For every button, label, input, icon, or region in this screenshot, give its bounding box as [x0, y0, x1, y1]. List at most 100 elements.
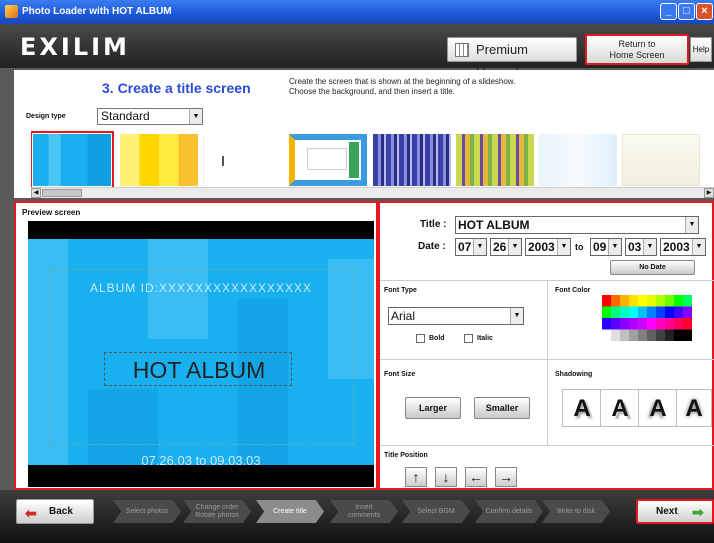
- to-day-select[interactable]: 03 ▼: [625, 238, 657, 256]
- color-swatch[interactable]: [611, 295, 620, 307]
- preview-title-box[interactable]: HOT ALBUM: [104, 352, 292, 386]
- to-year-select[interactable]: 2003 ▼: [660, 238, 706, 256]
- color-swatch[interactable]: [629, 329, 638, 342]
- shadow-option-2[interactable]: A: [600, 389, 640, 427]
- move-left-button[interactable]: ←: [465, 467, 487, 487]
- return-home-button[interactable]: Return to Home Screen: [585, 34, 689, 65]
- background-thumbnail[interactable]: [203, 134, 281, 186]
- color-swatch[interactable]: [611, 318, 620, 330]
- color-swatch[interactable]: [683, 318, 692, 330]
- move-right-button[interactable]: →: [495, 467, 517, 487]
- thumbnail-scrollbar[interactable]: ◀ ▶: [31, 187, 714, 198]
- color-swatch[interactable]: [674, 295, 683, 307]
- scroll-right-icon[interactable]: ▶: [704, 188, 714, 198]
- wizard-step-label: Write to disk: [556, 507, 596, 515]
- color-swatch[interactable]: [647, 306, 656, 319]
- no-date-button[interactable]: No Date: [610, 260, 695, 275]
- color-swatch[interactable]: [629, 295, 638, 307]
- color-swatch[interactable]: [602, 318, 611, 330]
- color-swatch[interactable]: [629, 318, 638, 330]
- color-swatch[interactable]: [665, 318, 674, 330]
- move-up-button[interactable]: ↑: [405, 467, 427, 487]
- font-type-select[interactable]: Arial ▼: [388, 307, 524, 325]
- background-thumbnail[interactable]: [289, 134, 367, 186]
- from-month-value: 07: [458, 240, 472, 254]
- chevron-down-icon: ▼: [473, 239, 486, 255]
- to-month-select[interactable]: 09 ▼: [590, 238, 622, 256]
- minimize-button[interactable]: _: [660, 3, 677, 20]
- color-swatch[interactable]: [602, 329, 611, 342]
- color-swatch[interactable]: [602, 295, 611, 307]
- scrollbar-thumb[interactable]: [42, 189, 82, 197]
- color-swatch[interactable]: [683, 306, 692, 319]
- scroll-left-icon[interactable]: ◀: [31, 188, 41, 198]
- background-thumbnail[interactable]: [456, 134, 534, 186]
- color-swatch[interactable]: [647, 329, 656, 342]
- color-swatch[interactable]: [638, 306, 647, 319]
- arrow-down-icon: ↓: [442, 469, 450, 485]
- color-swatch[interactable]: [665, 295, 674, 307]
- smaller-button[interactable]: Smaller: [474, 397, 530, 419]
- from-day-select[interactable]: 26 ▼: [490, 238, 522, 256]
- design-type-label: Design type: [26, 113, 66, 120]
- color-swatch[interactable]: [620, 306, 629, 319]
- color-swatch[interactable]: [638, 318, 647, 330]
- arrow-right-icon: →: [499, 469, 513, 485]
- color-swatch[interactable]: [656, 295, 665, 307]
- help-button[interactable]: Help: [690, 37, 712, 62]
- font-color-palette[interactable]: [602, 295, 692, 341]
- title-input[interactable]: HOT ALBUM ▼: [455, 216, 699, 234]
- background-thumbnail[interactable]: [31, 131, 114, 187]
- background-thumbnail[interactable]: [622, 134, 700, 186]
- color-swatch[interactable]: [683, 329, 692, 342]
- color-swatch[interactable]: [656, 329, 665, 342]
- shadow-option-3[interactable]: A: [638, 389, 678, 427]
- color-swatch[interactable]: [629, 306, 638, 319]
- color-swatch[interactable]: [683, 295, 692, 307]
- chevron-down-icon[interactable]: ▼: [685, 217, 698, 233]
- from-year-select[interactable]: 2003 ▼: [525, 238, 571, 256]
- color-swatch[interactable]: [620, 295, 629, 307]
- premium-upgrade-button[interactable]: Premium Upgrade: [447, 37, 577, 80]
- larger-button[interactable]: Larger: [405, 397, 461, 419]
- color-swatch[interactable]: [611, 306, 620, 319]
- color-swatch[interactable]: [665, 329, 674, 342]
- wizard-step: Create title: [256, 500, 324, 523]
- maximize-button[interactable]: □: [678, 3, 695, 20]
- color-swatch[interactable]: [656, 306, 665, 319]
- color-swatch[interactable]: [620, 318, 629, 330]
- from-month-select[interactable]: 07 ▼: [455, 238, 487, 256]
- back-button[interactable]: ⬅ Back: [16, 499, 94, 524]
- shadow-option-1[interactable]: A: [562, 389, 602, 427]
- chevron-down-icon: ▼: [608, 239, 621, 255]
- italic-checkbox[interactable]: [464, 334, 473, 343]
- preview-panel: Preview screen ALBUM ID:XXXXXXXXXXXXXXXX…: [14, 201, 378, 490]
- bold-checkbox[interactable]: [416, 334, 425, 343]
- window-titlebar[interactable]: Photo Loader with HOT ALBUM _ □ ×: [0, 0, 714, 24]
- color-swatch[interactable]: [602, 306, 611, 319]
- next-button[interactable]: Next ➡: [636, 499, 714, 524]
- design-type-select[interactable]: Standard ▼: [97, 108, 203, 125]
- to-month-value: 09: [593, 240, 607, 254]
- color-swatch[interactable]: [638, 329, 647, 342]
- color-swatch[interactable]: [638, 295, 647, 307]
- return-home-line1: Return to: [618, 39, 656, 49]
- move-down-button[interactable]: ↓: [435, 467, 457, 487]
- color-swatch[interactable]: [611, 329, 620, 342]
- color-swatch[interactable]: [656, 318, 665, 330]
- color-swatch[interactable]: [674, 318, 683, 330]
- color-swatch[interactable]: [674, 329, 683, 342]
- color-swatch[interactable]: [647, 318, 656, 330]
- background-thumbnail[interactable]: [539, 134, 617, 186]
- color-swatch[interactable]: [620, 329, 629, 342]
- close-button[interactable]: ×: [696, 3, 713, 20]
- preview-album-id: ALBUM ID:XXXXXXXXXXXXXXXXX: [89, 281, 313, 295]
- color-swatch[interactable]: [665, 306, 674, 319]
- color-swatch[interactable]: [647, 295, 656, 307]
- background-thumbnail[interactable]: [373, 134, 451, 186]
- wizard-step-label: Confirm details: [485, 507, 533, 515]
- color-swatch[interactable]: [674, 306, 683, 319]
- wizard-step: Confirm details: [475, 500, 543, 523]
- shadow-option-4[interactable]: A: [676, 389, 712, 427]
- background-thumbnail[interactable]: [120, 134, 198, 186]
